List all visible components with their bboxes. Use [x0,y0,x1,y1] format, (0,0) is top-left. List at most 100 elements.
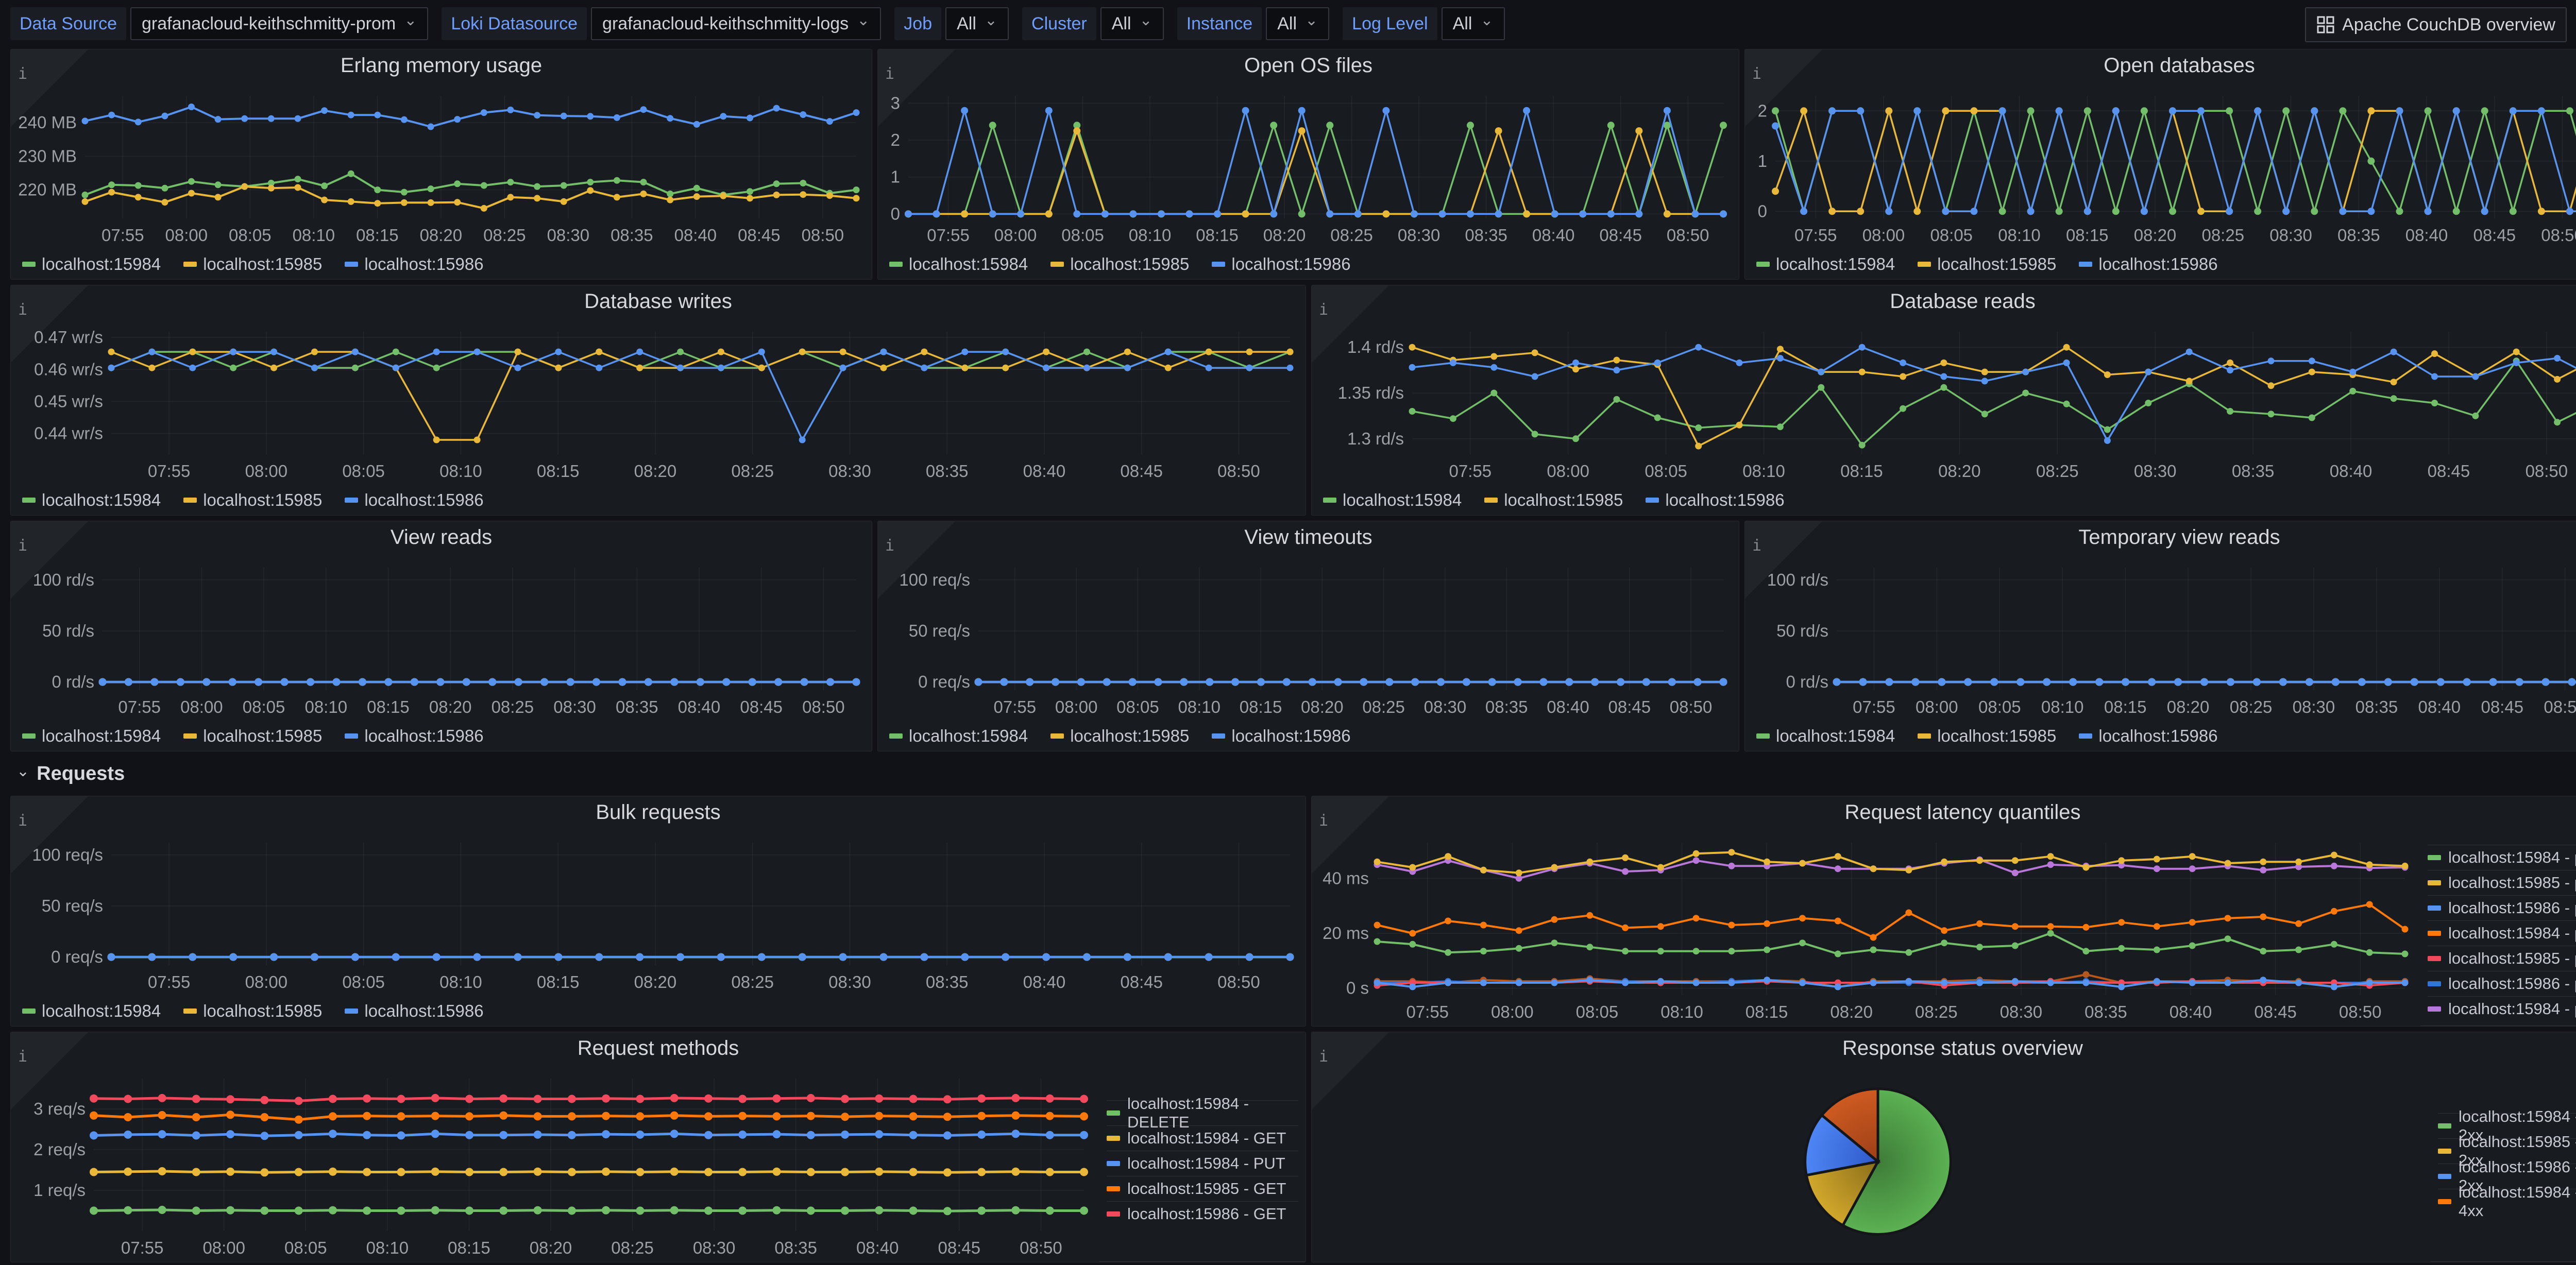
legend-item[interactable]: localhost:15986 [345,254,483,274]
legend-item[interactable]: localhost:15984 [889,254,1028,274]
panel-info-icon[interactable]: i [878,49,955,127]
panel-title[interactable]: View reads [11,521,872,553]
panel-title[interactable]: Request latency quantiles [1312,796,2576,828]
dashboard-link-apache-couchdb-overview[interactable]: Apache CouchDB overview [2305,7,2567,42]
panel-title[interactable]: Database reads [1312,285,2576,317]
legend-item[interactable]: localhost:15984 - 4xx [2438,1189,2576,1214]
svg-text:08:20: 08:20 [1301,697,1344,716]
request-methods-chart[interactable]: 07:5508:0008:0508:1008:1508:2008:2508:30… [11,1065,1099,1262]
panel-info-icon[interactable]: i [11,49,88,127]
legend-item[interactable]: localhost:15985 [183,1001,322,1021]
legend-item[interactable]: localhost:15986 [1646,490,1784,510]
legend-item[interactable]: localhost:15985 - p75 [2428,946,2576,971]
legend-item[interactable]: localhost:15984 [1756,726,1895,746]
database-reads-chart[interactable]: 07:5508:0008:0508:1008:1508:2008:2508:30… [1312,318,2576,485]
data-source-dropdown[interactable]: grafanacloud-keithschmitty-prom ⌄ [130,7,428,40]
legend-item[interactable]: localhost:15985 [183,726,322,746]
legend-item[interactable]: localhost:15986 [345,1001,483,1021]
database-writes-chart[interactable]: 07:5508:0008:0508:1008:1508:2008:2508:30… [11,318,1306,485]
legend-item[interactable]: localhost:15984 [22,1001,161,1021]
legend-item[interactable]: localhost:15986 - p50 [2428,895,2576,920]
log-level-dropdown[interactable]: All ⌄ [1442,7,1505,40]
panel-title[interactable]: View timeouts [878,521,1739,553]
panel-info-icon[interactable]: i [11,521,88,599]
legend-item[interactable]: localhost:15986 [345,490,483,510]
svg-text:08:40: 08:40 [2418,697,2461,716]
legend-item[interactable]: localhost:15984 - p95 [2428,996,2576,1021]
response-status-pie-chart[interactable] [1312,1065,2431,1262]
panel-info-icon[interactable]: i [1312,796,1389,874]
panel-info-icon[interactable]: i [878,521,955,599]
legend-item[interactable]: localhost:15985 [183,254,322,274]
panel-title[interactable]: Database writes [11,285,1306,317]
legend-item[interactable]: localhost:15984 - PUT [1107,1151,1298,1176]
instance-dropdown[interactable]: All ⌄ [1266,7,1329,40]
svg-text:08:25: 08:25 [492,697,534,716]
legend-item[interactable]: localhost:15985 [1918,726,2056,746]
legend-color-chip [889,733,903,739]
panel-info-icon[interactable]: i [1312,1032,1389,1109]
view-timeouts-chart[interactable]: 07:5508:0008:0508:1008:1508:2008:2508:30… [878,554,1739,721]
section-row-requests[interactable]: ⌄ Requests [5,757,2576,791]
legend-item[interactable]: localhost:15985 [183,490,322,510]
legend-item[interactable]: localhost:15986 [1212,726,1350,746]
panel-title[interactable]: Request methods [11,1032,1306,1064]
panel-title[interactable]: Open OS files [878,49,1739,81]
variable-label: Job [894,7,941,40]
legend-color-chip [2428,981,2441,986]
panel-title[interactable]: Open databases [1745,49,2576,81]
loki-datasource-dropdown[interactable]: grafanacloud-keithschmitty-logs ⌄ [591,7,881,40]
legend-item[interactable]: localhost:15985 [1918,254,2056,274]
erlang-memory-chart[interactable]: 07:5508:0008:0508:1008:1508:2008:2508:30… [11,82,872,249]
legend-color-chip [183,498,197,503]
legend-item[interactable]: localhost:15986 - GET [1107,1201,1298,1226]
bulk-requests-chart[interactable]: 07:5508:0008:0508:1008:1508:2008:2508:30… [11,829,1306,996]
panel-info-icon[interactable]: i [1745,521,1822,599]
legend-item[interactable]: localhost:15985 - p50 [2428,870,2576,895]
panel-title[interactable]: Response status overview [1312,1032,2576,1064]
legend-item[interactable]: localhost:15986 [345,726,483,746]
panel-title[interactable]: Temporary view reads [1745,521,2576,553]
variable-label: Loki Datasource [442,7,587,40]
panel-title[interactable]: Bulk requests [11,796,1306,828]
svg-text:08:25: 08:25 [731,972,774,992]
panel-title[interactable]: Erlang memory usage [11,49,872,81]
legend-item[interactable]: localhost:15984 [22,490,161,510]
legend-item[interactable]: localhost:15986 [2079,726,2217,746]
panel-info-icon[interactable]: i [1745,49,1822,127]
panel-info-icon[interactable]: i [1312,285,1389,363]
legend-item[interactable]: localhost:15984 [889,726,1028,746]
svg-text:08:30: 08:30 [2269,226,2312,245]
panel-info-icon[interactable]: i [11,285,88,363]
svg-text:08:30: 08:30 [2134,461,2177,481]
legend-item[interactable]: localhost:15984 [22,254,161,274]
request-latency-chart[interactable]: 07:5508:0008:0508:1008:1508:2008:2508:30… [1312,829,2420,1026]
panel-info-icon[interactable]: i [11,796,88,874]
legend-item[interactable]: localhost:15985 - GET [1107,1176,1298,1201]
legend-item[interactable]: localhost:15984 - DELETE [1107,1100,1298,1125]
legend-item[interactable]: localhost:15986 [2079,254,2217,274]
svg-text:08:35: 08:35 [1485,697,1528,716]
svg-text:08:35: 08:35 [2355,697,2398,716]
svg-text:08:20: 08:20 [634,972,677,992]
legend-item[interactable]: localhost:15986 - p75 [2428,971,2576,996]
legend-item[interactable]: localhost:15984 - GET [1107,1125,1298,1151]
legend-item[interactable]: localhost:15985 [1050,726,1189,746]
panel-info-icon[interactable]: i [11,1032,88,1109]
legend-item[interactable]: localhost:15984 [1756,254,1895,274]
open-databases-chart[interactable]: 07:5508:0008:0508:1008:1508:2008:2508:30… [1745,82,2576,249]
legend-item[interactable]: localhost:15984 - p75 [2428,920,2576,946]
legend-item[interactable]: localhost:15984 - p50 [2428,845,2576,870]
legend-item[interactable]: localhost:15986 [1212,254,1350,274]
legend-item[interactable]: localhost:15984 [22,726,161,746]
open-os-files-chart[interactable]: 07:5508:0008:0508:1008:1508:2008:2508:30… [878,82,1739,249]
view-reads-chart[interactable]: 07:5508:0008:0508:1008:1508:2008:2508:30… [11,554,872,721]
legend-item[interactable]: localhost:15985 [1050,254,1189,274]
svg-text:0: 0 [891,204,900,223]
legend-item[interactable]: localhost:15984 [1323,490,1462,510]
svg-text:08:15: 08:15 [367,697,410,716]
cluster-dropdown[interactable]: All ⌄ [1100,7,1164,40]
temporary-view-reads-chart[interactable]: 07:5508:0008:0508:1008:1508:2008:2508:30… [1745,554,2576,721]
job-dropdown[interactable]: All ⌄ [945,7,1009,40]
legend-item[interactable]: localhost:15985 [1484,490,1623,510]
